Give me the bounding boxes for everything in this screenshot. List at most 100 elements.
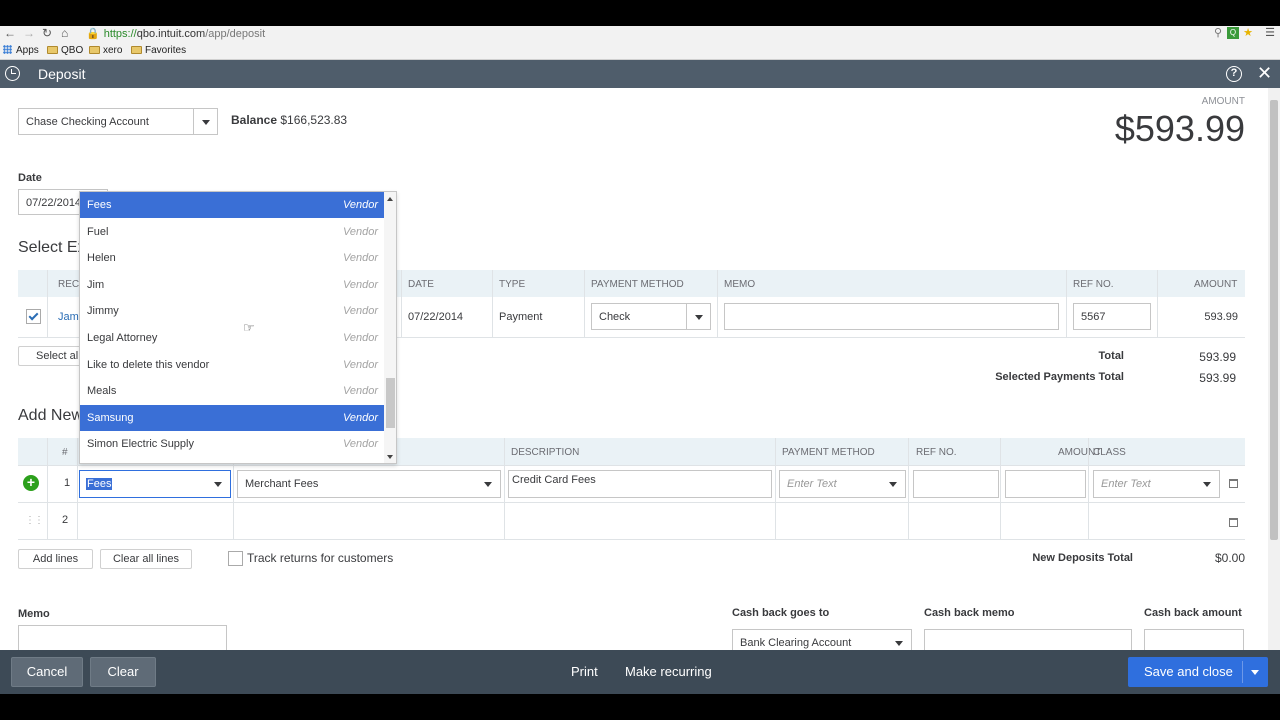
back-icon[interactable]: ← (4, 26, 16, 40)
select-all-button[interactable]: Select all (18, 346, 88, 366)
dropdown-item[interactable]: Like to delete this vendor Vendor (80, 352, 384, 378)
dropdown-item-name: Jim (87, 278, 105, 291)
divider (908, 438, 909, 540)
home-icon[interactable]: ⌂ (61, 26, 68, 40)
chevron-down-icon[interactable] (881, 471, 905, 497)
chevron-down-icon[interactable] (476, 471, 500, 497)
scroll-up-icon[interactable] (387, 197, 393, 201)
add-lines-button[interactable]: Add lines (18, 549, 93, 569)
add-row-icon[interactable]: + (23, 475, 39, 491)
ref-no-input[interactable] (913, 470, 999, 498)
chevron-down-icon[interactable] (206, 471, 230, 497)
col-type: TYPE (499, 279, 526, 290)
divider (1157, 270, 1158, 338)
cashback-amount-input[interactable] (1144, 629, 1244, 650)
amount-input[interactable] (1005, 470, 1086, 498)
row-number: 2 (62, 514, 69, 526)
track-returns-checkbox[interactable] (228, 551, 243, 566)
print-button[interactable]: Print (571, 664, 598, 679)
class-select[interactable]: Enter Text (1093, 470, 1220, 498)
make-recurring-button[interactable]: Make recurring (625, 664, 712, 679)
chevron-down-icon[interactable] (686, 304, 710, 329)
bookmark-favorites[interactable]: Favorites (131, 45, 186, 56)
chevron-down-icon[interactable] (1195, 471, 1219, 497)
lock-icon: 🔒 (86, 28, 100, 40)
dropdown-item[interactable]: Legal Attorney Vendor (80, 325, 384, 351)
address-bar[interactable]: 🔒 https://qbo.intuit.com/app/deposit (86, 27, 265, 40)
existing-row-amount: 593.99 (1204, 311, 1238, 323)
app-header: Deposit ? ✕ (0, 60, 1280, 88)
dropdown-item[interactable]: Fuel Vendor (80, 219, 384, 245)
dropdown-item[interactable]: Helen Vendor (80, 245, 384, 271)
bookmark-xero[interactable]: xero (89, 45, 122, 56)
dropdown-item[interactable]: Jimmy Vendor (80, 298, 384, 324)
scroll-down-icon[interactable] (387, 455, 393, 459)
received-from-select[interactable]: Fees (79, 470, 231, 498)
description-input[interactable]: Credit Card Fees (508, 470, 772, 498)
col-ref-no: REF NO. (1073, 279, 1114, 290)
zoom-icon[interactable]: ⚲ (1212, 27, 1224, 39)
dropdown-item[interactable]: Jim Vendor (80, 272, 384, 298)
bookmark-label: Apps (16, 45, 39, 56)
page-scrollbar[interactable] (1268, 88, 1280, 650)
existing-payment-method-select[interactable]: Check (591, 303, 711, 330)
date-value: 07/22/2014 (26, 197, 82, 209)
dropdown-item[interactable]: Simon Electric Supply Vendor (80, 431, 384, 457)
existing-ref-input[interactable]: 5567 (1073, 303, 1151, 330)
recent-transactions-icon[interactable] (5, 66, 20, 81)
existing-memo-input[interactable] (724, 303, 1059, 330)
star-icon[interactable]: ★ (1242, 27, 1254, 39)
clear-button[interactable]: Clear (90, 657, 156, 687)
divider (47, 270, 48, 338)
account-line-select[interactable]: Merchant Fees (237, 470, 501, 498)
dropdown-item-name: Like to delete this vendor (87, 358, 210, 371)
divider (775, 438, 776, 540)
clear-lines-button[interactable]: Clear all lines (100, 549, 192, 569)
scrollbar-thumb[interactable] (1270, 100, 1278, 540)
payment-method-select[interactable]: Enter Text (779, 470, 906, 498)
dropdown-item[interactable]: Fees Vendor (80, 192, 384, 218)
received-from-dropdown[interactable]: Fees Vendor Fuel Vendor Helen Vendor Jim Vendor… (79, 191, 397, 464)
col-payment-method: PAYMENT METHOD (782, 447, 875, 458)
dropdown-item[interactable]: Samsung Vendor (80, 404, 384, 431)
screen-bottom-bar (0, 694, 1280, 720)
divider (18, 539, 1245, 540)
cashback-to-select[interactable]: Bank Clearing Account (732, 629, 912, 650)
existing-row-checkbox[interactable] (26, 309, 41, 324)
save-and-close-button[interactable]: Save and close (1128, 657, 1268, 687)
menu-icon[interactable]: ☰ (1264, 27, 1276, 39)
class-placeholder: Enter Text (1101, 478, 1151, 490)
row-number: 1 (64, 477, 71, 489)
divider (77, 438, 78, 540)
dropdown-item-name: Jimmy (87, 305, 119, 318)
cancel-button[interactable]: Cancel (11, 657, 83, 687)
cashback-memo-input[interactable] (924, 629, 1132, 650)
divider (401, 270, 402, 338)
dropdown-scrollbar[interactable] (384, 192, 396, 463)
amount-total: $593.99 (1114, 108, 1245, 149)
trash-icon[interactable] (1229, 518, 1238, 527)
dropdown-item[interactable]: Meals Vendor (80, 378, 384, 404)
close-icon[interactable]: ✕ (1257, 63, 1272, 83)
bookmark-qbo[interactable]: QBO (47, 45, 83, 56)
chevron-down-icon[interactable] (1251, 670, 1259, 675)
existing-row-name[interactable]: Jam (58, 311, 79, 323)
dropdown-item-name: Meals (87, 385, 117, 398)
memo-input[interactable] (18, 625, 227, 650)
forward-icon[interactable]: → (23, 26, 35, 40)
col-ref-no: REF NO. (916, 447, 957, 458)
account-select[interactable]: Chase Checking Account (18, 108, 218, 135)
dropdown-scroll-thumb[interactable] (386, 378, 395, 428)
page-title: Deposit (38, 66, 86, 82)
extension-icon[interactable]: Q (1227, 27, 1239, 39)
balance: Balance $166,523.83 (231, 113, 347, 127)
chevron-down-icon[interactable] (887, 630, 911, 650)
dropdown-item-name: Simon Electric Supply (87, 438, 194, 451)
drag-handle-icon[interactable]: ⋮⋮ (25, 515, 44, 526)
bookmark-apps[interactable]: Apps (3, 45, 39, 56)
help-icon[interactable]: ? (1226, 66, 1242, 82)
chevron-down-icon[interactable] (193, 109, 217, 134)
trash-icon[interactable] (1229, 479, 1238, 488)
reload-icon[interactable]: ↻ (42, 26, 52, 40)
folder-icon (131, 46, 142, 54)
